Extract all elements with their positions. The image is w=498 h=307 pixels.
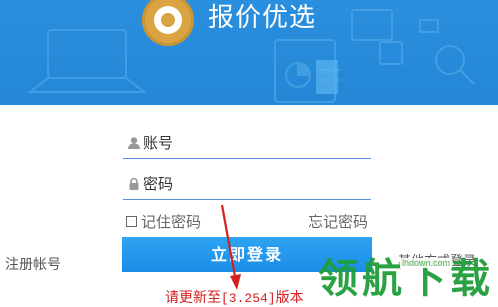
user-icon (128, 137, 140, 149)
update-suffix: 版本 (275, 289, 304, 305)
watermark: 领航下载 lhdown.com (318, 246, 498, 304)
password-input[interactable] (143, 171, 367, 197)
password-field[interactable] (123, 171, 371, 200)
forgot-password-link[interactable]: 忘记密码 (308, 211, 368, 232)
header-banner: 报价优选 (0, 0, 498, 105)
remember-checkbox[interactable] (126, 216, 137, 227)
update-prefix: 请更新至 (165, 289, 221, 305)
watermark-text: 领航下载 (318, 256, 494, 302)
lock-icon (129, 177, 139, 190)
remember-password[interactable]: 记住密码 (126, 211, 201, 232)
app-title: 报价优选 (208, 2, 317, 32)
remember-label: 记住密码 (141, 214, 202, 231)
account-field[interactable] (123, 130, 371, 159)
watermark-url: lhdown.com (400, 258, 453, 268)
account-input[interactable] (143, 130, 367, 156)
register-link[interactable]: 注册帐号 (5, 254, 61, 274)
update-notice: 请更新至[3.254]版本 (165, 287, 304, 307)
